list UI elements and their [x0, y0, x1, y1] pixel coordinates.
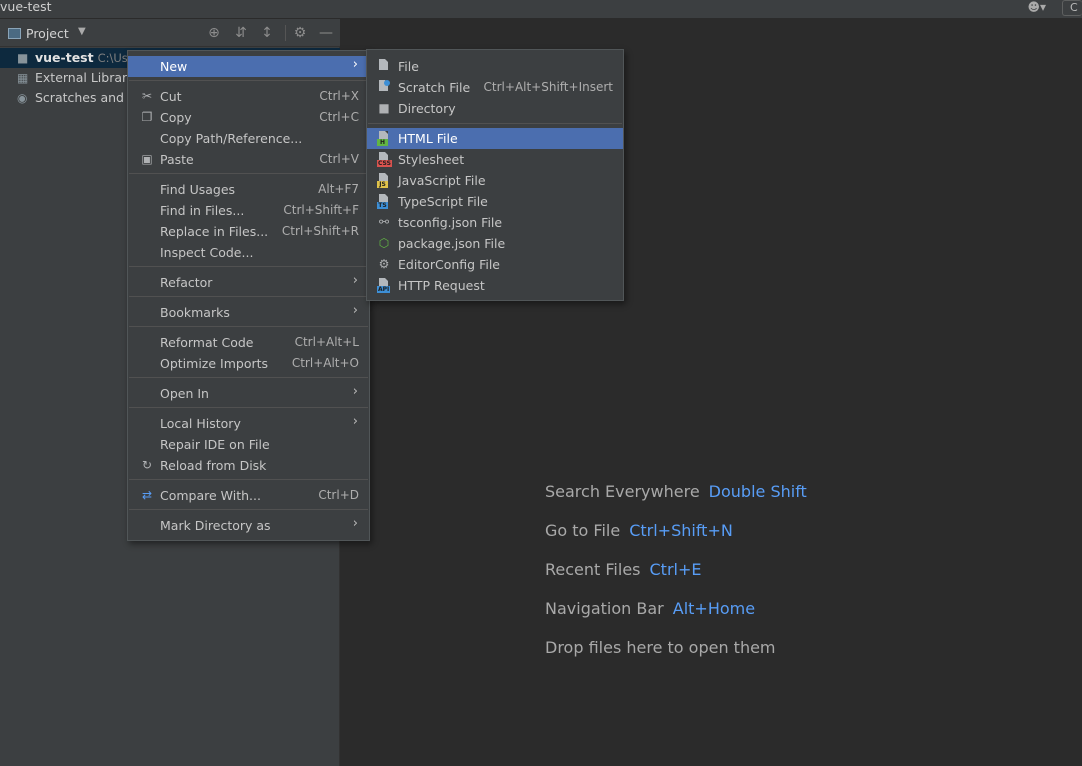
hide-panel-icon[interactable]: —	[317, 25, 335, 41]
hint-recent-files: Recent Files Ctrl+E	[545, 560, 702, 579]
hint-search-everywhere: Search Everywhere Double Shift	[545, 482, 807, 501]
context-menu: New › ✂ Cut Ctrl+X ❐ Copy Ctrl+C Copy Pa…	[127, 50, 370, 541]
gear-icon[interactable]: ⚙	[291, 25, 309, 41]
menu-separator	[129, 80, 368, 81]
locate-icon[interactable]: ⊕	[205, 25, 223, 41]
expand-all-icon[interactable]: ⇵	[232, 25, 250, 41]
toolbar-divider	[285, 25, 286, 41]
menu-item-open-in[interactable]: Open In ›	[128, 383, 369, 404]
menu-separator	[129, 173, 368, 174]
compare-icon: ⇄	[141, 488, 153, 502]
chevron-right-icon: ›	[352, 516, 358, 531]
chevron-right-icon: ›	[352, 414, 358, 429]
tree-item-label: vue-test	[35, 50, 94, 65]
menu-separator	[368, 123, 622, 124]
menu-separator	[129, 326, 368, 327]
submenu-item-directory[interactable]: ■ Directory	[367, 98, 623, 119]
folder-icon: ■	[378, 101, 390, 115]
chevron-right-icon: ›	[352, 384, 358, 399]
menu-item-replace-in-files[interactable]: Replace in Files... Ctrl+Shift+R	[128, 221, 369, 242]
submenu-item-html-file[interactable]: H HTML File	[367, 128, 623, 149]
hint-drop-files: Drop files here to open them	[545, 638, 776, 657]
libraries-icon: ▦	[17, 71, 29, 85]
hint-go-to-file: Go to File Ctrl+Shift+N	[545, 521, 733, 540]
menu-separator	[129, 296, 368, 297]
menu-item-find-in-files[interactable]: Find in Files... Ctrl+Shift+F	[128, 200, 369, 221]
menu-item-bookmarks[interactable]: Bookmarks ›	[128, 302, 369, 323]
chevron-right-icon: ›	[352, 273, 358, 288]
menu-item-paste[interactable]: ▣ Paste Ctrl+V	[128, 149, 369, 170]
chevron-right-icon: ›	[352, 303, 358, 318]
js-file-icon: JS	[377, 173, 391, 188]
submenu-item-scratch-file[interactable]: Scratch File Ctrl+Alt+Shift+Insert	[367, 77, 623, 98]
submenu-item-tsconfig[interactable]: ⚯ tsconfig.json File	[367, 212, 623, 233]
http-request-icon: API	[377, 278, 391, 293]
hint-shortcut: Double Shift	[708, 482, 807, 501]
scratches-icon: ◉	[17, 91, 28, 105]
hint-shortcut: Ctrl+E	[649, 560, 702, 579]
menu-item-inspect-code[interactable]: Inspect Code...	[128, 242, 369, 263]
window-title: vue-test	[0, 0, 52, 14]
folder-icon: ■	[17, 51, 29, 65]
run-config-button[interactable]: C	[1062, 0, 1082, 16]
new-submenu: File Scratch File Ctrl+Alt+Shift+Insert …	[366, 49, 624, 301]
npm-icon: ⬡	[378, 236, 390, 250]
menu-item-refactor[interactable]: Refactor ›	[128, 272, 369, 293]
paste-icon: ▣	[141, 152, 153, 166]
chevron-right-icon: ›	[352, 57, 358, 72]
menu-item-mark-directory-as[interactable]: Mark Directory as ›	[128, 515, 369, 536]
menu-item-copy-path[interactable]: Copy Path/Reference...	[128, 128, 369, 149]
submenu-item-stylesheet[interactable]: CSS Stylesheet	[367, 149, 623, 170]
css-file-icon: CSS	[377, 152, 392, 167]
collapse-all-icon[interactable]: ↕	[258, 25, 276, 41]
menu-item-find-usages[interactable]: Find Usages Alt+F7	[128, 179, 369, 200]
ts-file-icon: TS	[377, 194, 391, 209]
hint-shortcut: Ctrl+Shift+N	[629, 521, 733, 540]
menu-item-optimize-imports[interactable]: Optimize Imports Ctrl+Alt+O	[128, 353, 369, 374]
tsconfig-icon: ⚯	[378, 215, 390, 229]
project-view-icon	[8, 28, 21, 39]
copy-icon: ❐	[141, 110, 153, 124]
hint-shortcut: Alt+Home	[672, 599, 756, 618]
title-bar: vue-test ☻▾ C	[0, 0, 1082, 18]
submenu-item-editorconfig[interactable]: ⚙ EditorConfig File	[367, 254, 623, 275]
menu-item-copy[interactable]: ❐ Copy Ctrl+C	[128, 107, 369, 128]
menu-separator	[129, 479, 368, 480]
menu-item-reformat-code[interactable]: Reformat Code Ctrl+Alt+L	[128, 332, 369, 353]
html-file-icon: H	[377, 131, 391, 146]
chevron-down-icon[interactable]: ▼	[78, 26, 86, 37]
user-icon[interactable]: ☻▾	[1027, 0, 1046, 14]
submenu-item-package-json[interactable]: ⬡ package.json File	[367, 233, 623, 254]
submenu-item-http-request[interactable]: API HTTP Request	[367, 275, 623, 296]
scratch-file-icon	[377, 80, 391, 95]
menu-item-cut[interactable]: ✂ Cut Ctrl+X	[128, 86, 369, 107]
menu-item-new[interactable]: New ›	[128, 56, 369, 77]
menu-item-repair-ide[interactable]: Repair IDE on File	[128, 434, 369, 455]
project-panel-header: Project ▼ ⊕ ⇵ ↕ ⚙ —	[0, 19, 340, 47]
gear-icon: ⚙	[378, 257, 390, 271]
reload-icon: ↻	[141, 458, 153, 472]
file-icon	[377, 59, 391, 74]
submenu-item-typescript-file[interactable]: TS TypeScript File	[367, 191, 623, 212]
menu-separator	[129, 407, 368, 408]
menu-separator	[129, 509, 368, 510]
menu-separator	[129, 377, 368, 378]
menu-item-compare-with[interactable]: ⇄ Compare With... Ctrl+D	[128, 485, 369, 506]
menu-item-local-history[interactable]: Local History ›	[128, 413, 369, 434]
menu-item-reload-from-disk[interactable]: ↻ Reload from Disk	[128, 455, 369, 476]
scissors-icon: ✂	[141, 89, 153, 103]
menu-separator	[129, 266, 368, 267]
submenu-item-file[interactable]: File	[367, 56, 623, 77]
hint-navigation-bar: Navigation Bar Alt+Home	[545, 599, 756, 618]
submenu-item-javascript-file[interactable]: JS JavaScript File	[367, 170, 623, 191]
project-view-label[interactable]: Project	[26, 26, 69, 41]
